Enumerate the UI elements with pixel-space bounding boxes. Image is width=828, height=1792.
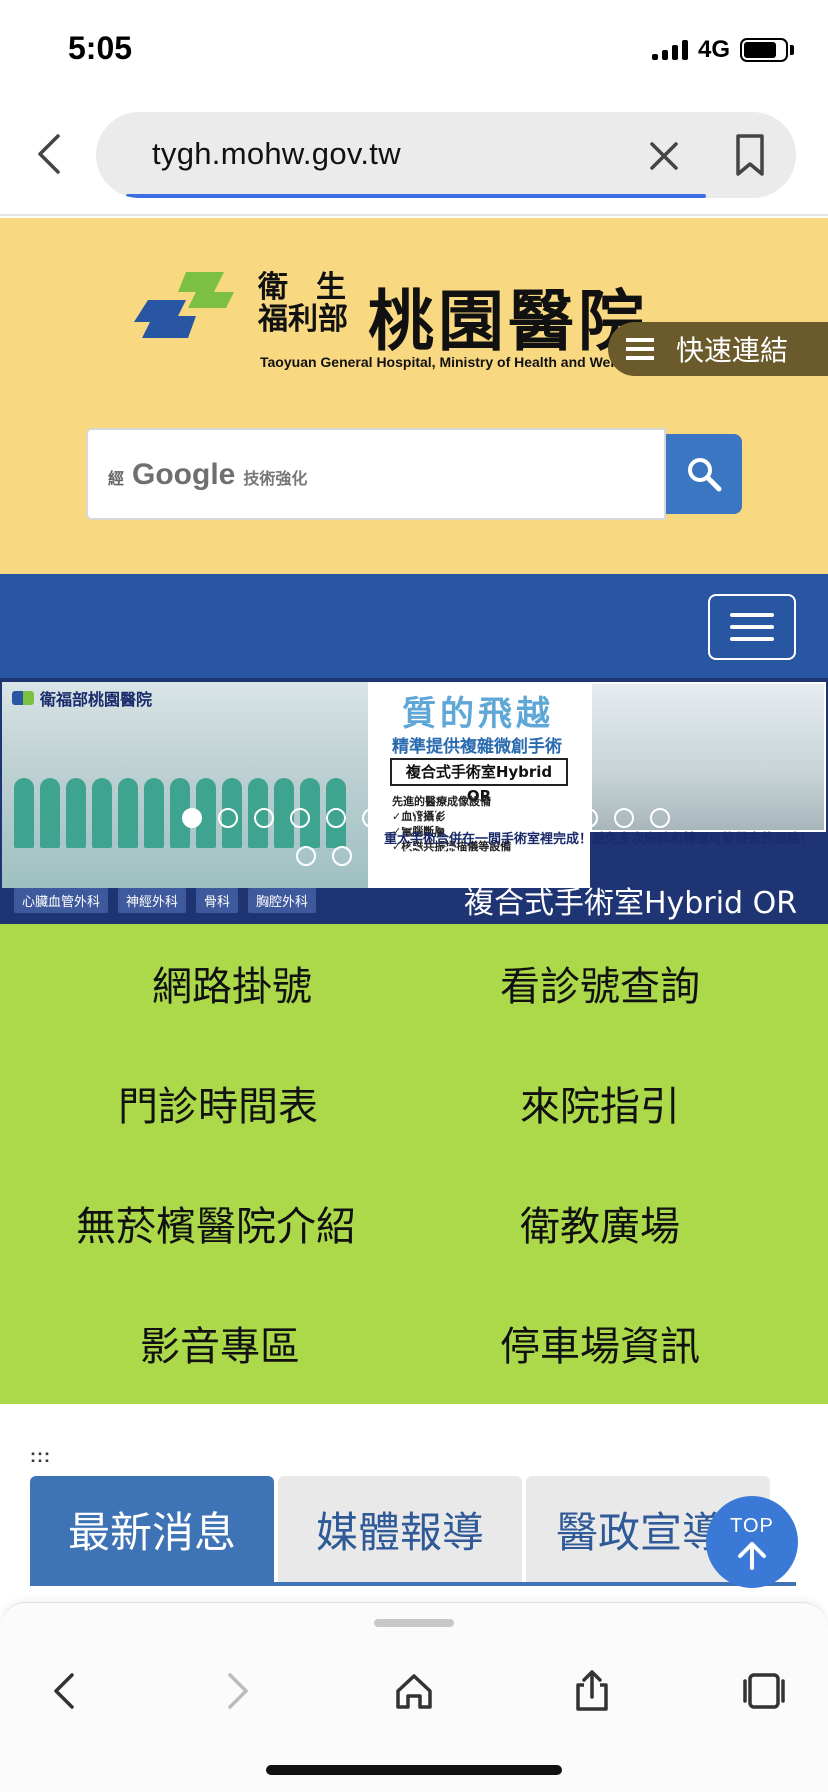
banner-carousel[interactable]: 衛福部桃園醫院 質的飛越 精準提供複雜微創手術 複合式手術室Hybrid OR … [0, 678, 828, 924]
nav-menu-toggle[interactable] [708, 594, 796, 660]
home-indicator[interactable] [266, 1765, 562, 1775]
top-label: TOP [730, 1514, 774, 1537]
logo-ministry-text: 衛生 福利部 [258, 270, 348, 337]
battery-icon [740, 38, 788, 62]
toolbar-grabber[interactable] [374, 1619, 454, 1627]
page-load-progress [126, 194, 706, 198]
carousel-dot[interactable] [218, 808, 238, 828]
quick-menu-health-education[interactable]: 衛教廣場 [520, 1194, 680, 1252]
nav-forward-icon[interactable] [208, 1661, 268, 1721]
quick-menu-video[interactable]: 影音專區 [140, 1314, 300, 1372]
carousel-dot[interactable] [368, 846, 388, 866]
carousel-dot[interactable] [398, 808, 418, 828]
back-to-top-button[interactable]: TOP [706, 1496, 798, 1588]
carousel-pagination [182, 808, 682, 866]
logo-english-name: Taoyuan General Hospital, Ministry of He… [260, 354, 640, 370]
carousel-dot[interactable] [326, 808, 346, 828]
banner-subtitle: 精準提供複雜微創手術 [392, 737, 562, 757]
carousel-dot[interactable] [506, 808, 526, 828]
site-header: 衛生 福利部 桃園醫院 Taoyuan General Hospital, Mi… [0, 218, 828, 574]
carousel-dot[interactable] [362, 808, 382, 828]
search-placeholder: 經 Google 技術強化 [108, 458, 308, 491]
banner-caption: 複合式手術室Hybrid OR [464, 886, 798, 921]
carousel-dot[interactable] [542, 808, 562, 828]
quick-links-button[interactable]: 快速連結 [608, 322, 828, 376]
home-icon[interactable] [384, 1661, 444, 1721]
logo-mark-icon [134, 272, 234, 338]
carousel-dot[interactable] [404, 846, 424, 866]
quick-menu: 網路掛號 看診號查詢 門診時間表 來院指引 無菸檳醫院介紹 衛教廣場 影音專區 … [0, 924, 828, 1404]
carousel-dot[interactable] [332, 846, 352, 866]
menu-icon [626, 338, 654, 360]
carousel-dot[interactable] [254, 808, 274, 828]
address-bar-row: tygh.mohw.gov.tw [0, 100, 828, 216]
tab-media-reports[interactable]: 媒體報導 [278, 1476, 522, 1582]
logo-hospital-name: 桃園醫院 [368, 283, 648, 360]
nav-back-icon[interactable] [34, 1661, 94, 1721]
quick-menu-queue-number[interactable]: 看診號查詢 [500, 954, 700, 1012]
tab-underline [30, 1582, 796, 1586]
site-search-input[interactable]: 經 Google 技術強化 [86, 428, 666, 520]
banner-box-label: 複合式手術室Hybrid OR [390, 758, 568, 805]
quick-menu-clinic-schedule[interactable]: 門診時間表 [118, 1074, 318, 1132]
banner-department-tags: 心臟血管外科 神經外科 骨科 胸腔外科 [14, 888, 317, 913]
carousel-dot[interactable] [650, 808, 670, 828]
browser-toolbar [0, 1602, 828, 1792]
banner-brand: 衛福部桃園醫院 [12, 686, 152, 710]
share-icon[interactable] [562, 1661, 622, 1721]
tabs-icon[interactable] [734, 1661, 794, 1721]
main-nav-bar [0, 574, 828, 678]
carousel-dot[interactable] [434, 808, 454, 828]
quick-menu-parking[interactable]: 停車場資訊 [500, 1314, 700, 1372]
carousel-dot[interactable] [470, 808, 490, 828]
search-button[interactable] [666, 434, 742, 514]
network-label: 4G [698, 36, 731, 63]
status-bar: 5:05 4G [0, 0, 828, 100]
carousel-dot[interactable] [440, 846, 460, 866]
search-icon [688, 458, 722, 492]
quick-menu-directions[interactable]: 來院指引 [520, 1074, 680, 1132]
accesskey-marker[interactable]: ::: [30, 1446, 51, 1467]
battery-cap [790, 45, 794, 55]
back-icon[interactable] [28, 128, 68, 180]
signal-icon [652, 40, 688, 60]
carousel-dot[interactable] [614, 808, 634, 828]
bookmark-icon[interactable] [730, 132, 770, 178]
tab-latest-news[interactable]: 最新消息 [30, 1476, 274, 1582]
carousel-dot[interactable] [296, 846, 316, 866]
carousel-dot[interactable] [578, 808, 598, 828]
carousel-dot[interactable] [182, 808, 202, 828]
clear-url-icon[interactable] [644, 136, 684, 176]
carousel-dot[interactable] [290, 808, 310, 828]
arrow-up-icon [738, 1541, 766, 1570]
url-field[interactable]: tygh.mohw.gov.tw [96, 112, 796, 198]
banner-title: 質的飛越 [402, 694, 554, 734]
quick-menu-smoke-free[interactable]: 無菸檳醫院介紹 [76, 1194, 356, 1252]
quick-menu-online-registration[interactable]: 網路掛號 [152, 954, 312, 1012]
url-text: tygh.mohw.gov.tw [152, 136, 401, 171]
quick-links-label: 快速連結 [676, 334, 789, 367]
status-time: 5:05 [68, 30, 133, 66]
hospital-logo[interactable]: 衛生 福利部 桃園醫院 Taoyuan General Hospital, Mi… [134, 246, 674, 370]
